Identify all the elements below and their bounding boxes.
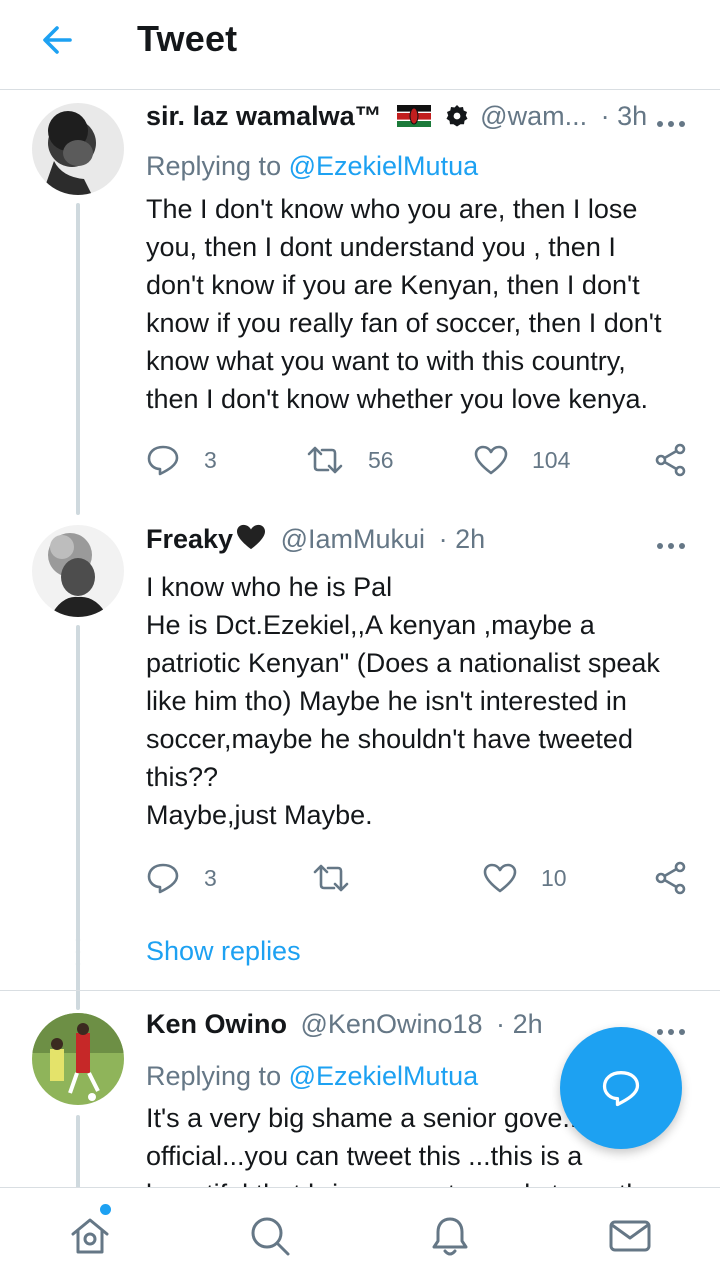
tweet-actions: 3 56 104 (146, 440, 691, 480)
reply-count: 3 (204, 446, 217, 473)
retweet-button[interactable]: 56 (306, 440, 394, 480)
share-button[interactable] (654, 858, 712, 898)
compose-reply-button[interactable] (560, 1027, 682, 1149)
display-name[interactable]: Freaky (146, 524, 233, 554)
share-button[interactable] (654, 440, 712, 480)
like-count: 104 (532, 446, 571, 473)
reply-icon (147, 863, 179, 894)
thread-line (76, 1115, 80, 1187)
show-replies-link[interactable]: Show replies (146, 936, 301, 967)
replying-to: Replying to @EzekielMutua (146, 1061, 478, 1092)
more-options-button[interactable] (656, 527, 686, 558)
notifications-icon (432, 1217, 468, 1256)
reply-button[interactable]: 3 (146, 858, 217, 898)
tab-search[interactable] (248, 1214, 292, 1258)
mention-link[interactable]: @EzekielMutua (289, 151, 479, 181)
tab-messages[interactable] (608, 1214, 652, 1258)
like-count: 10 (541, 864, 567, 891)
handle[interactable]: @wam... (480, 101, 587, 131)
thread-line (76, 203, 80, 515)
tweet-header: Freaky @IamMukui · 2h (146, 523, 666, 563)
back-button[interactable] (36, 20, 80, 60)
avatar[interactable] (32, 103, 124, 195)
handle[interactable]: @KenOwino18 (301, 1009, 483, 1039)
reply-button[interactable]: 3 (146, 440, 217, 480)
separator-dot: · (438, 524, 448, 554)
retweet-button[interactable] (312, 858, 374, 898)
compose-reply-icon (602, 1071, 640, 1107)
divider (0, 990, 720, 991)
handle[interactable]: @IamMukui (281, 524, 425, 554)
verified-badge-icon (446, 105, 468, 127)
more-icon (657, 1029, 685, 1035)
heart-icon (483, 863, 517, 893)
tab-home[interactable] (68, 1214, 112, 1258)
tweet-text: The I don't know who you are, then I los… (146, 194, 662, 414)
like-button[interactable]: 10 (483, 858, 567, 898)
bottom-nav (0, 1187, 720, 1278)
timestamp[interactable]: 3h (617, 101, 647, 131)
like-button[interactable]: 104 (474, 440, 570, 480)
tweet-feed[interactable]: sir. laz wamalwa™ @wam... · 3h Replying … (0, 91, 720, 1187)
home-icon (71, 1218, 109, 1254)
reply-icon (147, 445, 179, 476)
retweet-icon (307, 446, 343, 474)
tweet-item[interactable]: sir. laz wamalwa™ @wam... · 3h Replying … (0, 91, 720, 521)
more-options-button[interactable] (656, 1013, 686, 1044)
messages-icon (609, 1220, 651, 1252)
replying-to: Replying to @EzekielMutua (146, 151, 478, 182)
tweet-actions: 3 10 (146, 858, 691, 898)
display-name[interactable]: sir. laz wamalwa™ (146, 101, 382, 131)
share-icon (655, 443, 686, 477)
display-name[interactable]: Ken Owino (146, 1009, 287, 1039)
retweet-icon (313, 864, 349, 892)
reply-count: 3 (204, 864, 217, 891)
avatar[interactable] (32, 525, 124, 617)
top-bar: Tweet (0, 0, 720, 90)
black-heart-icon (237, 524, 266, 550)
more-icon (657, 543, 685, 549)
tweet-item[interactable]: Freaky @IamMukui · 2h I know who he is P… (0, 513, 720, 1010)
retweet-count: 56 (368, 446, 394, 473)
separator-dot: · (496, 1009, 506, 1039)
arrow-left-icon (43, 26, 72, 54)
avatar[interactable] (32, 1013, 124, 1105)
kenya-flag-icon (397, 105, 432, 127)
search-icon (251, 1217, 290, 1256)
more-icon (657, 121, 685, 127)
page-title: Tweet (137, 18, 238, 59)
tweet-text: I know who he is Pal He is Dct.Ezekiel,,… (146, 572, 660, 830)
replying-label: Replying to (146, 1061, 282, 1091)
share-icon (655, 861, 686, 895)
timestamp[interactable]: 2h (513, 1009, 543, 1039)
tab-notifications[interactable] (428, 1214, 472, 1258)
separator-dot: · (600, 101, 610, 131)
more-options-button[interactable] (656, 105, 686, 136)
mention-link[interactable]: @EzekielMutua (289, 1061, 479, 1091)
thread-dots (75, 937, 81, 967)
replying-label: Replying to (146, 151, 282, 181)
heart-icon (474, 445, 508, 475)
tweet-header: sir. laz wamalwa™ @wam... · 3h (146, 101, 666, 141)
new-activity-dot (100, 1204, 111, 1215)
timestamp[interactable]: 2h (455, 524, 485, 554)
